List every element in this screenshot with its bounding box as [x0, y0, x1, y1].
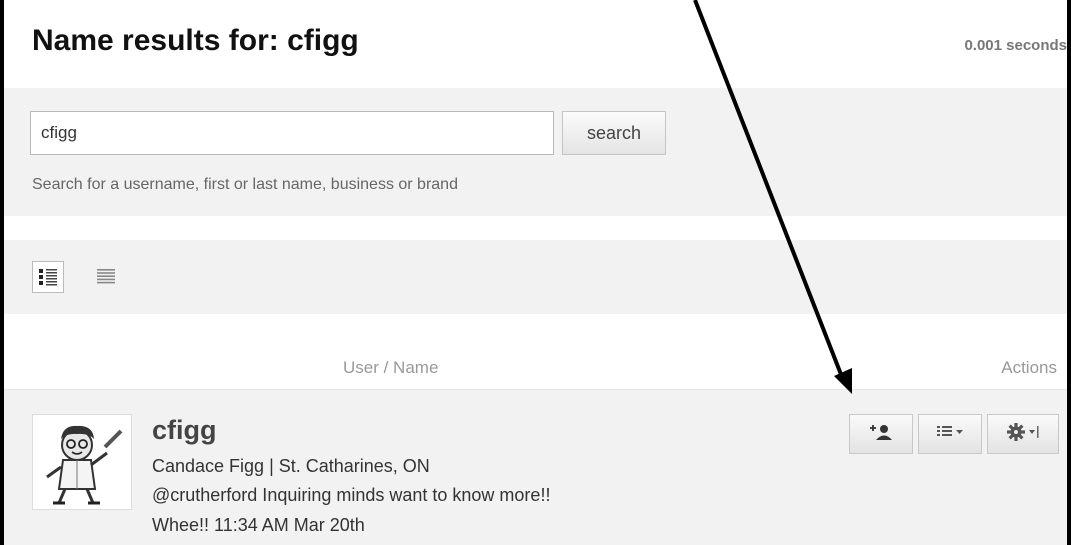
view-toggle-bar: [4, 240, 1067, 314]
search-button[interactable]: search: [562, 111, 666, 155]
column-header-user: User / Name: [343, 358, 439, 377]
search-timing: 0.001 seconds: [964, 37, 1067, 54]
column-header-actions: Actions: [1001, 358, 1057, 377]
compact-list-view-icon[interactable]: [90, 261, 122, 293]
result-status: @crutherford Inquiring minds want to kno…: [152, 485, 551, 505]
settings-gear-icon: [1005, 422, 1041, 447]
search-input[interactable]: [30, 111, 554, 155]
result-fullname: Candace Figg | St. Catharines, ON: [152, 456, 430, 476]
results-header: Name results for: cfigg 0.001 seconds: [4, 0, 1067, 88]
result-username[interactable]: cfigg: [152, 415, 217, 446]
add-to-list-button[interactable]: [918, 414, 982, 454]
avatar[interactable]: [32, 414, 132, 510]
expanded-list-view-icon[interactable]: [32, 261, 64, 293]
search-panel: search Search for a username, first or l…: [4, 88, 1067, 216]
settings-button[interactable]: [987, 414, 1059, 454]
search-hint: Search for a username, first or last nam…: [32, 176, 458, 193]
follow-user-button[interactable]: [849, 414, 913, 454]
follow-user-icon: [868, 423, 894, 446]
add-to-list-icon: [935, 423, 965, 446]
table-row: cfigg Candace Figg | St. Catharines, ON …: [4, 390, 1067, 545]
result-status-time: Whee!! 11:34 AM Mar 20th: [152, 515, 365, 535]
page-title: Name results for: cfigg: [32, 24, 359, 57]
